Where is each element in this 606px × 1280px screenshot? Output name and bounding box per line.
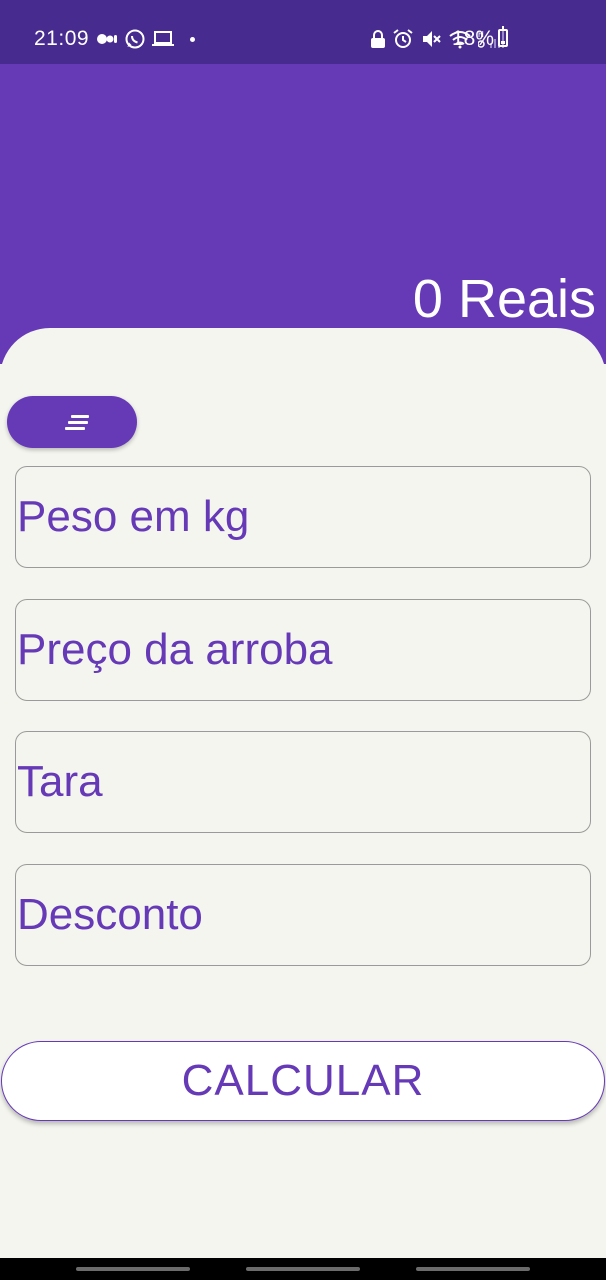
- menu-button[interactable]: [7, 396, 137, 448]
- nav-back-handle[interactable]: [416, 1267, 530, 1271]
- weight-field[interactable]: [15, 466, 591, 568]
- dot-icon: [190, 36, 195, 42]
- mute-icon: [423, 31, 441, 47]
- status-time: 21:09: [34, 27, 90, 50]
- laptop-icon: [152, 31, 174, 46]
- discount-field[interactable]: [15, 864, 591, 966]
- arroba-price-field[interactable]: [15, 599, 591, 701]
- calculate-button[interactable]: CALCULAR: [1, 1041, 605, 1121]
- status-left-icons: [96, 26, 195, 52]
- media-icon: [97, 34, 117, 44]
- tare-field[interactable]: [15, 731, 591, 833]
- navigation-bar: [0, 1258, 606, 1280]
- menu-icon: [65, 413, 93, 431]
- whatsapp-icon: [125, 29, 145, 49]
- alarm-icon: [393, 29, 413, 48]
- status-bar: 21:09 H 18%: [0, 0, 606, 64]
- lock-icon: [371, 30, 385, 48]
- nav-home-handle[interactable]: [246, 1267, 360, 1271]
- nav-recents-handle[interactable]: [76, 1267, 190, 1271]
- battery-icon: [498, 26, 508, 47]
- battery-percentage: 18%: [452, 27, 495, 50]
- result-value: 0 Reais: [412, 269, 596, 329]
